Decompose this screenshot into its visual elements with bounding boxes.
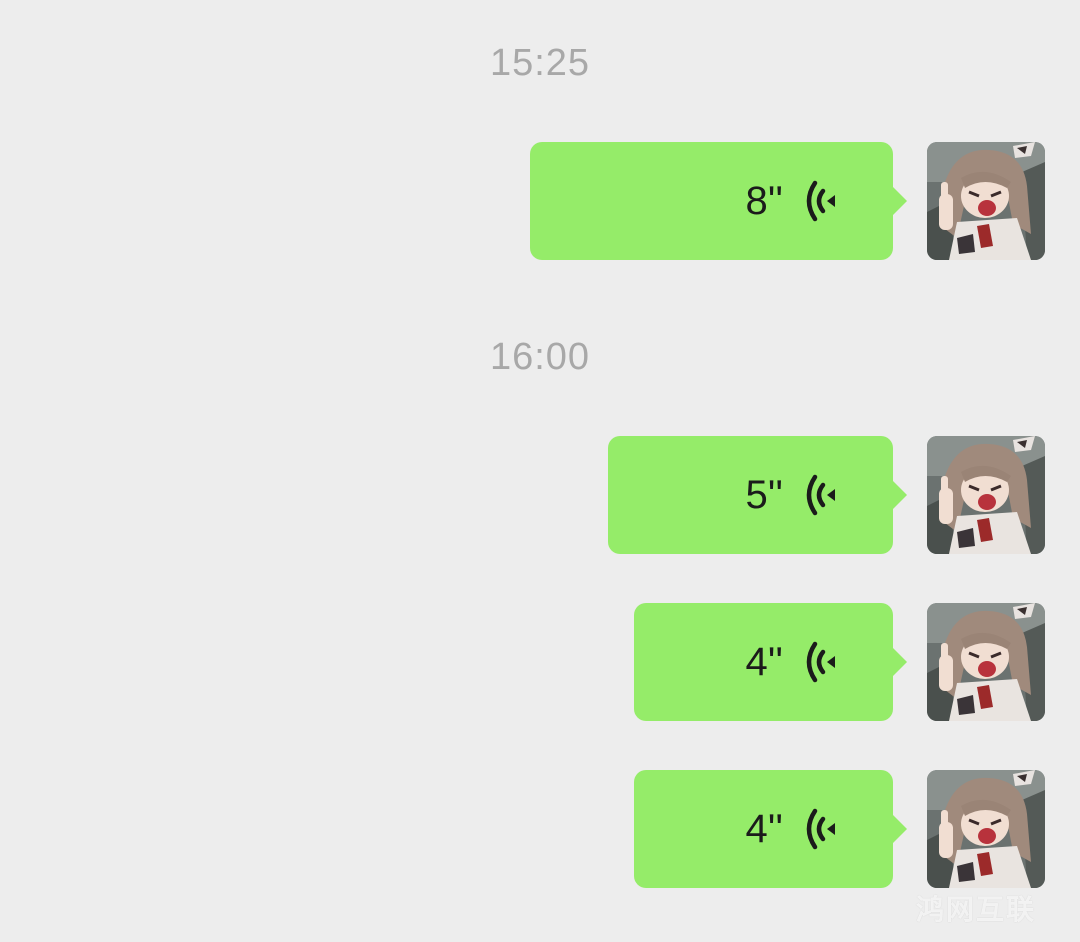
voice-duration: 5'' [745,473,783,517]
voice-duration: 8'' [745,179,783,223]
watermark: 鸿网互联 [915,894,1036,925]
voice-wave-icon [806,641,835,683]
voice-message-row: 5'' [0,436,1080,554]
voice-message-bubble[interactable]: 4'' [634,770,907,888]
voice-wave-icon [806,180,835,222]
avatar[interactable] [927,603,1045,721]
voice-wave-icon [806,808,835,850]
voice-message-bubble[interactable]: 5'' [608,436,907,554]
voice-duration: 4'' [745,807,783,851]
voice-wave-icon [806,474,835,516]
voice-message-row: 4'' [0,770,1080,888]
voice-message-bubble[interactable]: 8'' [530,142,907,260]
timestamp-1600: 16:00 [489,336,591,378]
voice-message-row: 8'' [0,142,1080,260]
avatar[interactable] [927,436,1045,554]
timestamp-1525: 15:25 [489,42,591,84]
avatar[interactable] [927,142,1045,260]
avatar[interactable] [927,770,1045,888]
voice-message-bubble[interactable]: 4'' [634,603,907,721]
voice-message-row: 4'' [0,603,1080,721]
voice-duration: 4'' [745,640,783,684]
